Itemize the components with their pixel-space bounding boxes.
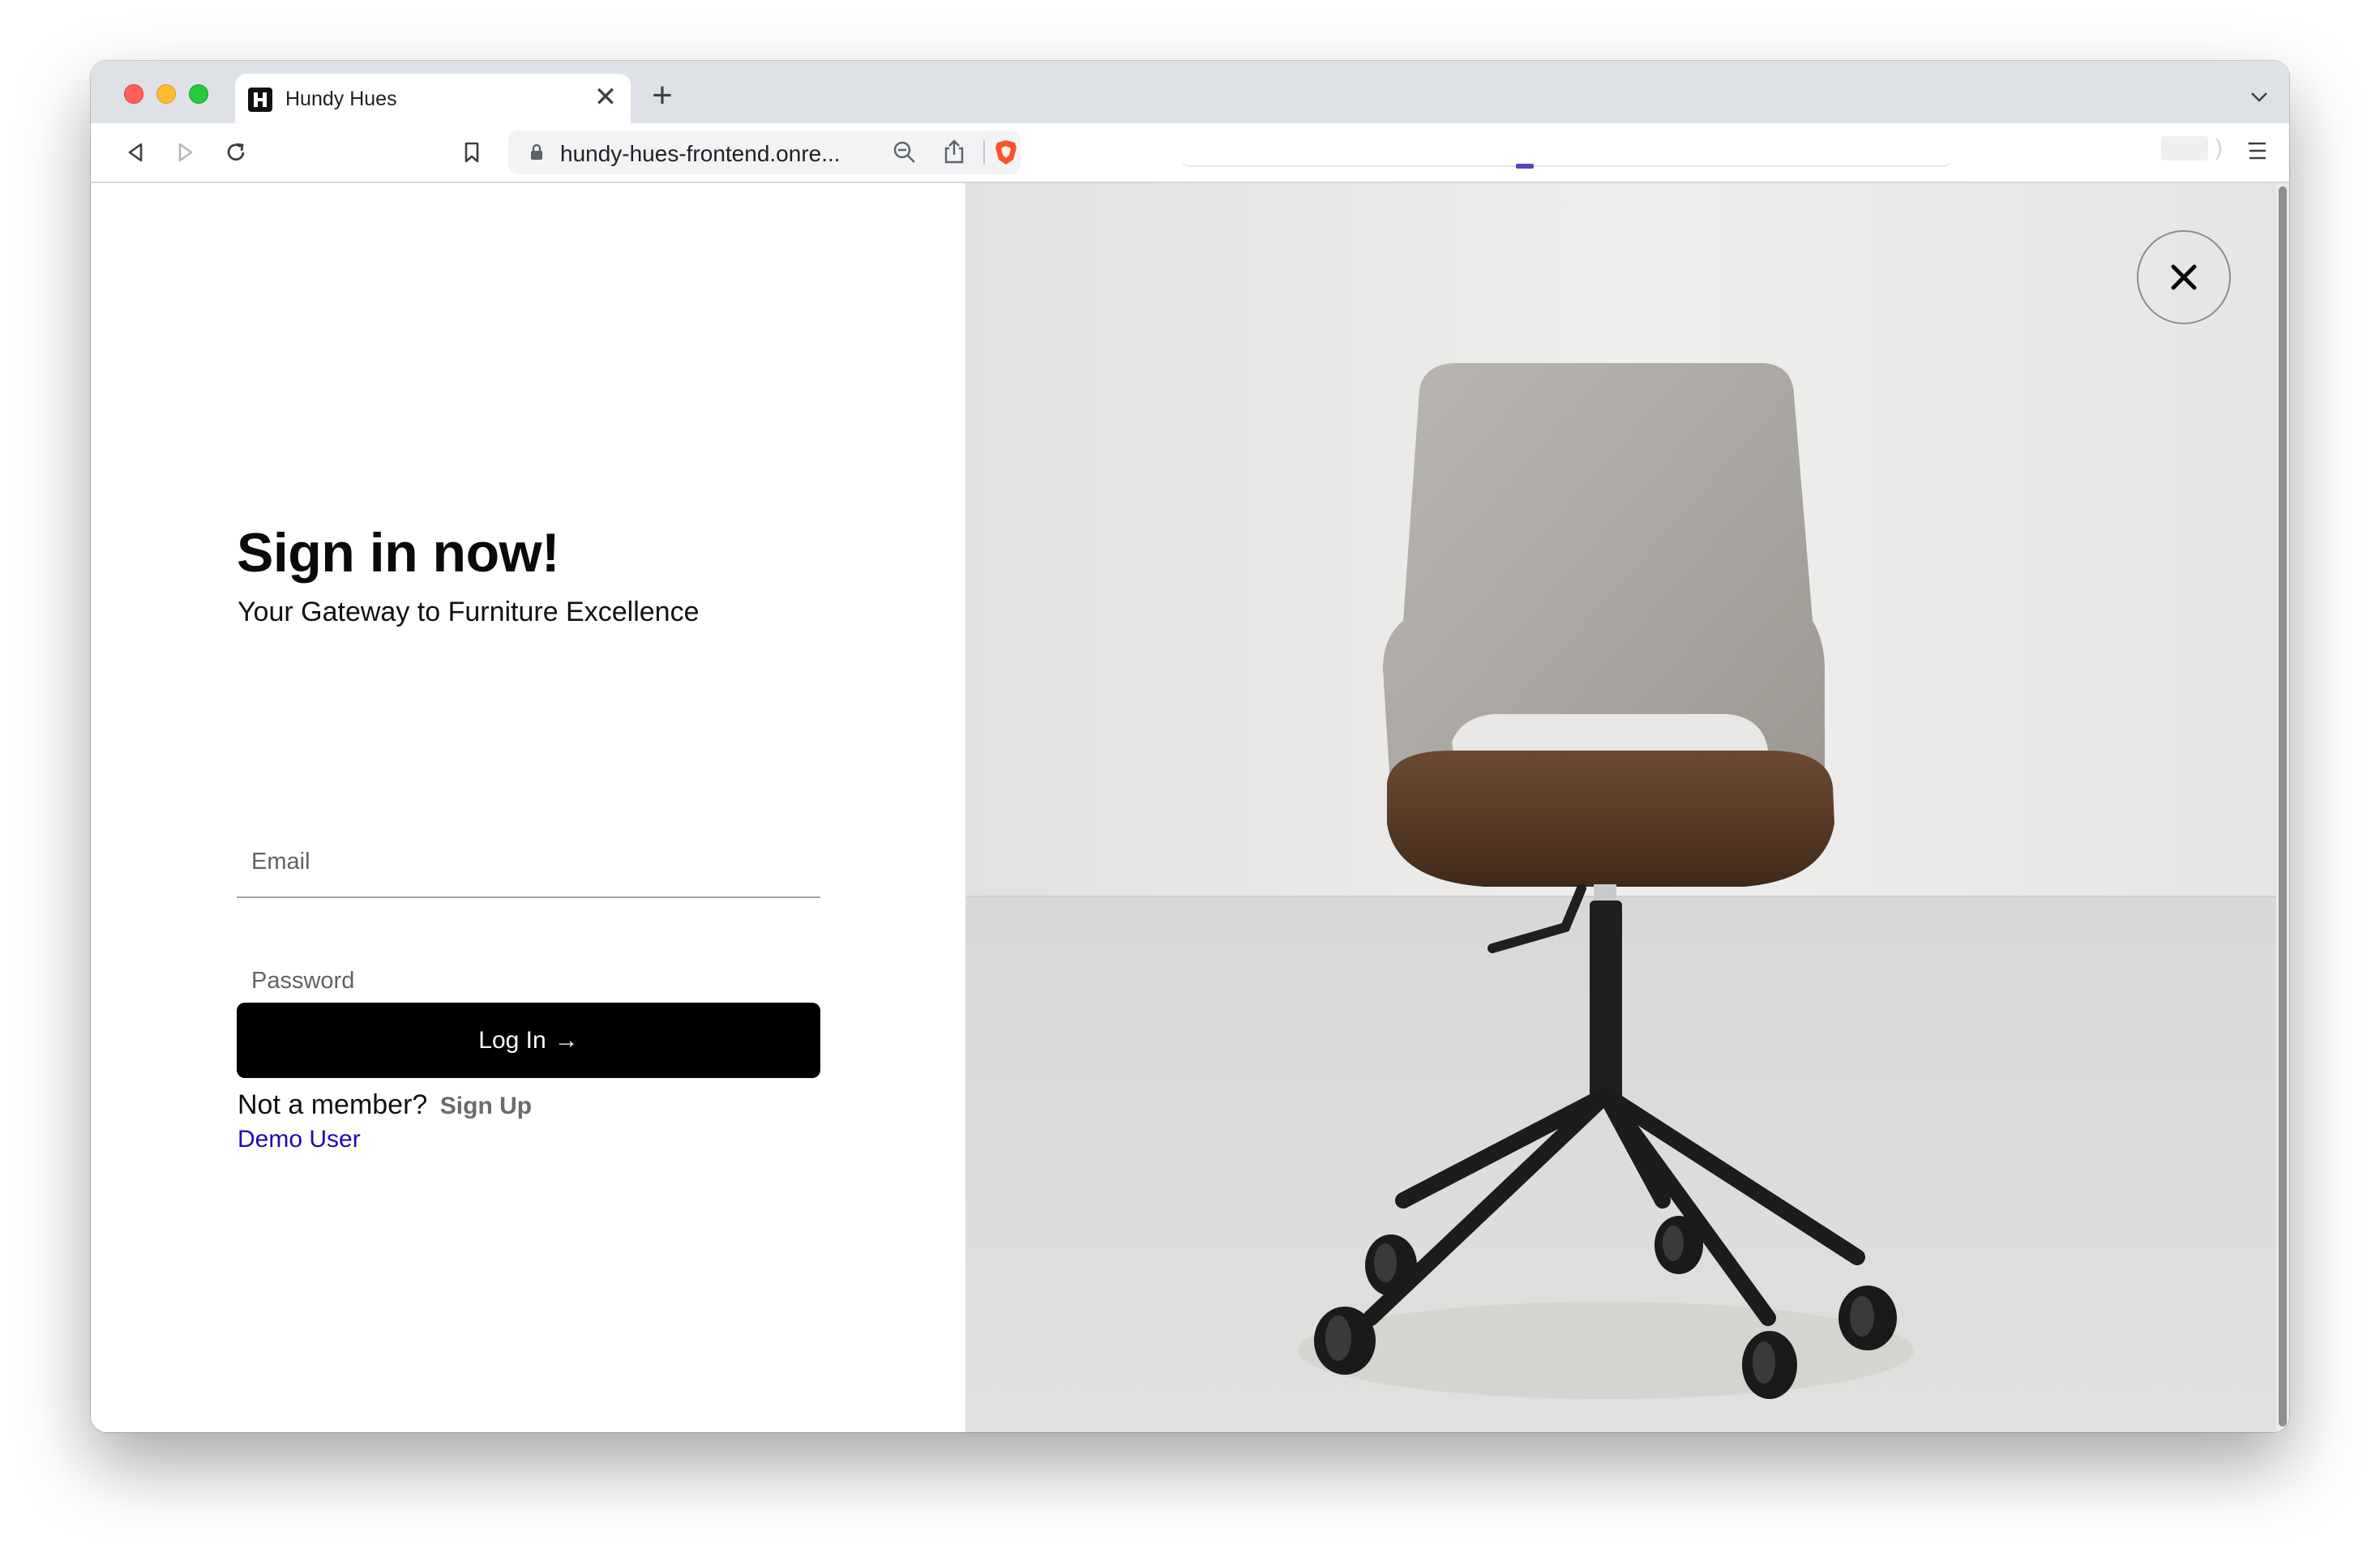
url-text: hundy-hues-frontend.onre... (560, 141, 841, 166)
tab-close-icon[interactable]: ✕ (590, 82, 621, 113)
signup-link[interactable]: Sign Up (440, 1093, 532, 1119)
back-arrow-icon[interactable] (118, 135, 153, 170)
site-favicon-icon (248, 88, 272, 112)
signup-prompt: Not a member? Sign Up (238, 1089, 532, 1121)
new-tab-button[interactable]: + (644, 78, 680, 115)
brave-shields-icon[interactable] (993, 139, 1019, 170)
profile-pill[interactable] (2161, 136, 2208, 160)
browser-window: Hundy Hues ✕ + hundy-hues-frontend.onre.… (91, 61, 2289, 1432)
demo-user-link[interactable]: Demo User (238, 1126, 361, 1153)
scrollbar-thumb[interactable] (2279, 186, 2287, 1427)
member-prompt-text: Not a member? (238, 1089, 428, 1120)
wallet-icon: ) (2215, 135, 2223, 160)
zoom-window-button[interactable] (189, 84, 208, 104)
toolbar-separator (983, 140, 985, 165)
tab-list-chevron-icon[interactable] (2247, 83, 2271, 108)
hero-image-panel (965, 183, 2289, 1432)
forward-arrow-icon[interactable] (168, 135, 203, 170)
tab-bar: Hundy Hues ✕ + (91, 61, 2289, 123)
email-field-wrapper (237, 827, 820, 898)
share-icon[interactable] (943, 139, 965, 169)
browser-tab-active[interactable]: Hundy Hues ✕ (235, 74, 631, 123)
email-field[interactable] (237, 827, 820, 896)
office-chair-image (965, 183, 2289, 1432)
scrollbar[interactable] (2276, 183, 2289, 1432)
bookmark-icon[interactable] (454, 135, 490, 170)
login-button-label: Log In (478, 1026, 546, 1054)
page-title: Sign in now! (237, 522, 560, 584)
hamburger-menu-icon[interactable] (2247, 139, 2268, 166)
minimize-window-button[interactable] (156, 84, 176, 104)
close-window-button[interactable] (124, 84, 143, 104)
page-subtitle: Your Gateway to Furniture Excellence (238, 597, 700, 627)
lock-icon (529, 143, 544, 165)
extension-indicator (1516, 164, 1534, 169)
arrow-right-icon: → (554, 1026, 579, 1054)
reload-icon[interactable] (218, 135, 254, 170)
address-bar[interactable]: hundy-hues-frontend.onre... (508, 130, 1021, 174)
extension-bar-shadow (1181, 130, 1951, 167)
tab-title: Hundy Hues (285, 88, 397, 110)
close-icon (2171, 264, 2197, 290)
zoom-out-icon[interactable] (892, 140, 917, 169)
sign-in-panel: Sign in now! Your Gateway to Furniture E… (91, 183, 965, 1432)
browser-toolbar: hundy-hues-frontend.onre... ) (91, 123, 2289, 183)
close-modal-button[interactable] (2137, 230, 2231, 324)
login-button[interactable]: Log In → (237, 1003, 820, 1078)
page-content: Sign in now! Your Gateway to Furniture E… (91, 183, 2289, 1432)
